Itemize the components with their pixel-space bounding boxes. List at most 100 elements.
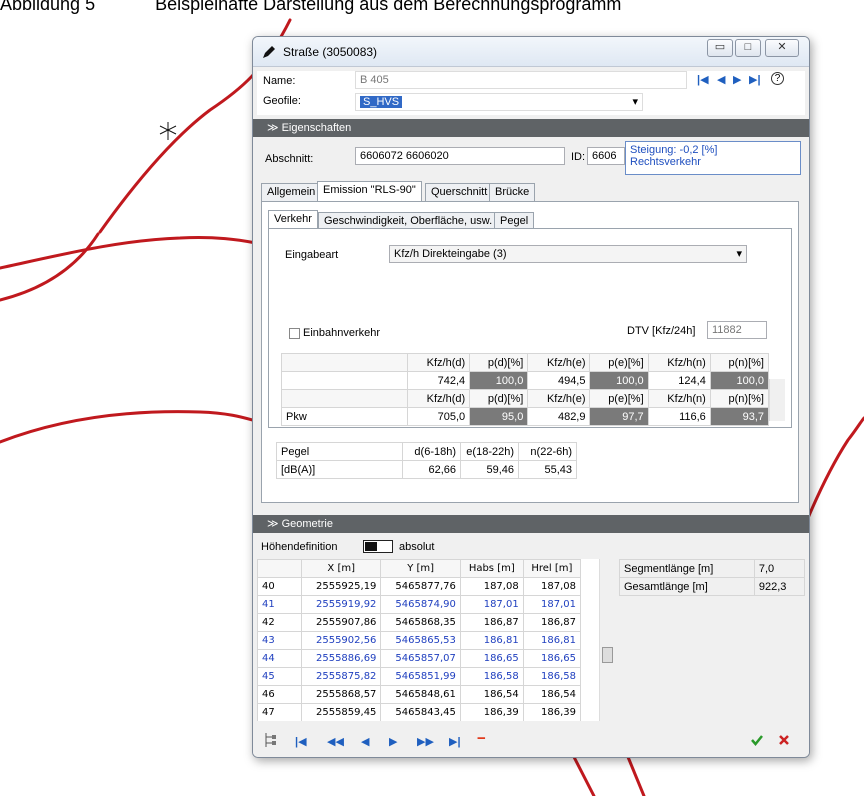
table-cell: 187,01 (522, 595, 582, 614)
hoehendefinition-label: Höhendefinition (261, 541, 338, 553)
geofile-select[interactable]: S_HVS (355, 93, 643, 111)
table-cell: 2555925,19 (300, 577, 382, 596)
table-row[interactable]: 47 2555859,45 5465843,45 186,39 186,39 (257, 703, 582, 721)
einbahnverkehr-checkbox[interactable] (289, 328, 300, 339)
table-cell: 5465877,76 (380, 577, 461, 596)
help-icon[interactable]: ? (771, 72, 784, 85)
table-header: Kfz/h(n) (647, 389, 711, 408)
table-cell: 186,65 (522, 649, 582, 668)
table-cell[interactable]: 482,9 (527, 407, 591, 426)
eigenschaften-title: Eigenschaften (281, 122, 352, 134)
first-point-icon[interactable]: |◀ (295, 735, 307, 748)
fast-forward-icon[interactable]: ▶▶ (417, 735, 434, 748)
table-header: e(18-22h) (460, 442, 519, 461)
table-cell[interactable]: 705,0 (406, 407, 471, 426)
traffic-header-row: Kfz/h(d) p(d)[%] Kfz/h(e) p(e)[%] Kfz/h(… (281, 353, 770, 372)
name-label: Name: (263, 75, 296, 87)
table-row[interactable]: 45 2555875,82 5465851,99 186,58 186,58 (257, 667, 582, 686)
main-tabs: Allgemein Emission "RLS-90" Querschnitt … (259, 181, 799, 203)
table-cell[interactable]: 742,4 (406, 371, 471, 390)
tab-querschnitt[interactable]: Querschnitt (425, 183, 494, 201)
figure-text: Beispielhafte Darstellung aus dem Berech… (155, 0, 622, 14)
geometrie-bar[interactable]: ≫ Geometrie (253, 515, 809, 533)
tab-emission[interactable]: Emission "RLS-90" (317, 181, 422, 201)
first-record-icon[interactable]: |◀ (697, 73, 709, 86)
scrollbar-thumb[interactable] (602, 647, 613, 663)
close-button[interactable]: ✕ (765, 39, 799, 57)
table-cell: 41 (257, 595, 302, 614)
table-header: Kfz/h(d) (406, 353, 471, 372)
dtv-field[interactable]: 11882 (707, 321, 767, 339)
table-cell: 95,0 (469, 407, 529, 426)
geometrie-scrollbar[interactable] (599, 559, 615, 721)
table-cell: 5465848,61 (380, 685, 461, 704)
abschnitt-field[interactable]: 6606072 6606020 (355, 147, 565, 165)
table-row[interactable]: 42 2555907,86 5465868,35 186,87 186,87 (257, 613, 582, 632)
delete-point-icon[interactable]: − (477, 730, 486, 747)
gesamt-value: 922,3 (753, 577, 806, 596)
last-point-icon[interactable]: ▶| (449, 735, 461, 748)
prev-point-icon[interactable]: ◀ (361, 735, 369, 748)
tab-allgemein[interactable]: Allgemein (261, 183, 322, 201)
table-header: d(6-18h) (402, 442, 461, 461)
eingabeart-label: Eingabeart (285, 249, 339, 261)
next-point-icon[interactable]: ▶ (389, 735, 397, 748)
eigenschaften-bar[interactable]: ≫ Eigenschaften (253, 119, 809, 137)
table-cell[interactable]: 124,4 (647, 371, 711, 390)
tree-icon[interactable] (263, 731, 279, 749)
length-table: Segmentlänge [m] 7,0 Gesamtlänge [m] 922… (619, 559, 806, 596)
einbahnverkehr-label: Einbahnverkehr (303, 327, 381, 339)
table-header: p(n)[%] (709, 389, 770, 408)
geofile-label: Geofile: (263, 95, 301, 107)
table-row[interactable]: 41 2555919,92 5465874,90 187,01 187,01 (257, 595, 582, 614)
table-cell: 2555907,86 (300, 613, 382, 632)
tab-bruecke[interactable]: Brücke (489, 183, 536, 201)
collapse-chevron-icon: ≫ (267, 518, 282, 530)
table-cell: 47 (257, 703, 302, 721)
table-cell: 93,7 (709, 407, 770, 426)
table-row[interactable]: 46 2555868,57 5465848,61 186,54 186,54 (257, 685, 582, 704)
next-record-icon[interactable]: ▶ (733, 73, 741, 86)
table-cell[interactable]: 494,5 (527, 371, 591, 390)
minimize-button[interactable]: ▭ (707, 39, 733, 57)
table-cell: 59,46 (460, 460, 519, 479)
table-cell: 186,58 (522, 667, 582, 686)
maximize-button[interactable]: □ (735, 39, 761, 57)
pkw-label: Pkw (281, 407, 408, 426)
cancel-icon[interactable] (779, 735, 789, 745)
bottom-toolbar: |◀ ◀◀ ◀ ▶ ▶▶ ▶| − (253, 723, 809, 757)
window-title: Straße (3050083) (283, 45, 378, 59)
maximize-icon: □ (744, 41, 752, 53)
dtv-label: DTV [Kfz/24h] (627, 325, 696, 337)
table-row[interactable]: 40 2555925,19 5465877,76 187,08 187,08 (257, 577, 582, 596)
hoehendefinition-value: absolut (399, 541, 435, 553)
table-row[interactable]: 44 2555886,69 5465857,07 186,65 186,65 (257, 649, 582, 668)
segment-label: Segmentlänge [m] (619, 559, 755, 578)
traffic-scrollbar[interactable] (769, 379, 785, 421)
table-row[interactable]: 43 2555902,56 5465865,53 186,81 186,81 (257, 631, 582, 650)
table-cell[interactable]: 116,6 (647, 407, 711, 426)
prev-record-icon[interactable]: ◀ (717, 73, 725, 86)
header-panel: Name: B 405 Geofile: S_HVS |◀ ◀ ▶ ▶| ? (257, 71, 805, 115)
fast-back-icon[interactable]: ◀◀ (327, 735, 344, 748)
subtab-verkehr[interactable]: Verkehr (268, 210, 318, 230)
table-header: p(n)[%] (709, 353, 770, 372)
eingabeart-select[interactable]: Kfz/h Direkteingabe (3) (389, 245, 747, 263)
table-cell: 97,7 (589, 407, 649, 426)
table-cell (577, 443, 786, 461)
table-cell: 100,0 (709, 371, 770, 390)
table-cell: 62,66 (402, 460, 461, 479)
road-line (572, 755, 596, 796)
table-header: X [m] (300, 559, 382, 578)
id-field[interactable]: 6606 (587, 147, 625, 165)
hoehendefinition-toggle[interactable] (363, 540, 393, 553)
table-cell: 186,58 (459, 667, 524, 686)
check-icon[interactable] (751, 734, 763, 746)
geometrie-title: Geometrie (281, 518, 333, 530)
table-cell: 5465865,53 (380, 631, 461, 650)
name-field[interactable]: B 405 (355, 71, 687, 89)
table-header: Kfz/h(d) (406, 389, 471, 408)
last-record-icon[interactable]: ▶| (749, 73, 761, 86)
abschnitt-label: Abschnitt: (265, 153, 314, 165)
table-cell: 2555859,45 (300, 703, 382, 721)
